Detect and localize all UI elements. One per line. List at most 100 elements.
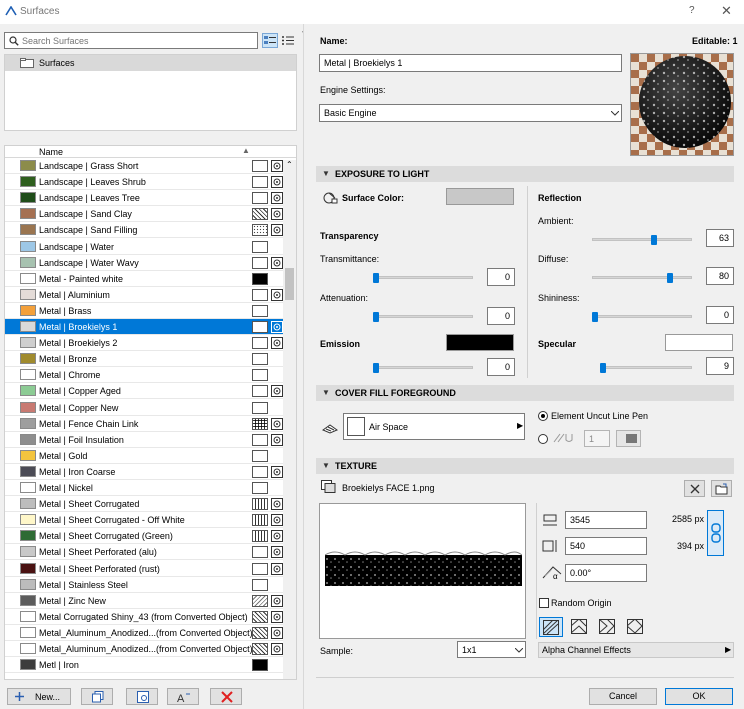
list-item[interactable]: Metal | Chrome	[5, 367, 285, 384]
scroll-up-icon[interactable]: ⌃	[286, 160, 293, 169]
browse-texture-button[interactable]	[711, 480, 732, 497]
list-item[interactable]: Landscape | Sand Filling	[5, 222, 285, 239]
list-item[interactable]: Landscape | Water Wavy	[5, 255, 285, 271]
surface-color-swatch[interactable]	[446, 188, 514, 205]
duplicate-button[interactable]	[81, 688, 113, 705]
new-surface-button[interactable]: New...	[7, 688, 71, 705]
shininess-slider[interactable]	[592, 315, 692, 318]
diffuse-input[interactable]: 80	[706, 267, 734, 285]
alpha-channel-effects-button[interactable]: Alpha Channel Effects ▶	[538, 642, 734, 658]
attenuation-input[interactable]: 0	[487, 307, 515, 325]
random-origin-checkbox[interactable]	[539, 598, 549, 608]
list-item[interactable]: Metal | Fence Chain Link	[5, 416, 285, 432]
list-item[interactable]: Landscape | Leaves Tree	[5, 190, 285, 207]
texture-width-input[interactable]: 3545	[565, 511, 647, 529]
list-item[interactable]: Metal | Iron Coarse	[5, 464, 285, 480]
shininess-slider-thumb[interactable]	[592, 312, 598, 322]
list-item[interactable]: Metal | Bronze	[5, 351, 285, 368]
list-item[interactable]: Metal | Brass	[5, 303, 285, 319]
list-item[interactable]: Metal | Broekielys 1	[5, 319, 285, 335]
compact-list-toggle[interactable]	[280, 33, 296, 48]
engine-dropdown[interactable]: Basic Engine	[319, 104, 622, 122]
emission-input[interactable]: 0	[487, 358, 515, 376]
import-button[interactable]	[126, 688, 158, 705]
exposure-section-title: EXPOSURE TO LIGHT	[335, 169, 430, 179]
texture-mirror-none-button[interactable]	[539, 617, 563, 637]
list-scrollbar[interactable]: ⌃	[283, 160, 296, 679]
transmittance-input[interactable]: 0	[487, 268, 515, 286]
list-item[interactable]: Metal | Broekielys 2	[5, 335, 285, 352]
diffuse-slider[interactable]	[592, 276, 692, 279]
specular-slider-thumb[interactable]	[600, 363, 606, 373]
list-item[interactable]: Metal | Copper Aged	[5, 383, 285, 400]
emission-slider[interactable]	[373, 366, 473, 369]
tree-item-surfaces[interactable]: Surfaces	[5, 55, 296, 71]
list-item[interactable]: Metal | Sheet Corrugated - Off White	[5, 512, 285, 529]
custom-pen-radio[interactable]	[538, 434, 548, 444]
ambient-input[interactable]: 63	[706, 229, 734, 247]
list-item[interactable]: Metal | Sheet Corrugated	[5, 496, 285, 513]
search-input[interactable]	[22, 34, 252, 47]
list-item[interactable]: Landscape | Water	[5, 239, 285, 255]
list-item[interactable]: Landscape | Leaves Shrub	[5, 174, 285, 191]
list-item[interactable]: Metal - Painted white	[5, 271, 285, 287]
close-button[interactable]: ✕	[721, 3, 732, 19]
attenuation-slider-thumb[interactable]	[373, 312, 379, 322]
pen-number-input[interactable]: 1	[584, 430, 610, 447]
name-field[interactable]: Metal | Broekielys 1	[319, 54, 622, 72]
emission-color-swatch[interactable]	[446, 334, 514, 351]
texture-mirror-x-button[interactable]	[568, 617, 590, 637]
list-item[interactable]: Metal_Aluminum_Anodized...(from Converte…	[5, 641, 285, 657]
transmittance-slider[interactable]	[373, 276, 473, 279]
remove-texture-button[interactable]	[684, 480, 705, 497]
sample-dropdown[interactable]: 1x1	[457, 641, 526, 658]
attenuation-slider[interactable]	[373, 315, 473, 318]
exposure-section-header[interactable]: ▼ EXPOSURE TO LIGHT	[316, 166, 734, 182]
specular-input[interactable]: 9	[706, 357, 734, 375]
shininess-input[interactable]: 0	[706, 306, 734, 324]
texture-angle-input[interactable]: 0.00°	[565, 564, 647, 582]
list-item[interactable]: Metal | Sheet Perforated (alu)	[5, 544, 285, 561]
pen-color-button[interactable]	[616, 430, 641, 447]
list-item[interactable]: Metl | Iron	[5, 657, 285, 674]
transmittance-slider-thumb[interactable]	[373, 273, 379, 283]
ok-button[interactable]: OK	[665, 688, 733, 705]
list-item[interactable]: Landscape | Sand Clay	[5, 206, 285, 223]
list-item[interactable]: Metal | Sheet Perforated (rust)	[5, 561, 285, 577]
uncut-line-pen-radio[interactable]	[538, 411, 548, 421]
list-item[interactable]: Metal | Nickel	[5, 480, 285, 496]
texture-mirror-y-button[interactable]	[596, 617, 618, 637]
list-item[interactable]: Landscape | Grass Short	[5, 158, 285, 174]
list-item[interactable]: Metal | Aluminium	[5, 287, 285, 303]
specular-slider[interactable]	[600, 366, 692, 369]
list-item[interactable]: Metal_Aluminum_Anodized...(from Converte…	[5, 625, 285, 641]
rename-button[interactable]: A	[167, 688, 199, 705]
list-item[interactable]: Metal | Stainless Steel	[5, 577, 285, 593]
cancel-button[interactable]: Cancel	[589, 688, 657, 705]
list-item[interactable]: Metal Corrugated Shiny_43 (from Converte…	[5, 609, 285, 625]
cover-fill-section-header[interactable]: ▼ COVER FILL FOREGROUND	[316, 385, 734, 401]
keep-proportions-toggle[interactable]	[707, 510, 724, 556]
delete-button[interactable]	[210, 688, 242, 705]
help-button[interactable]: ?	[689, 5, 695, 16]
cover-fill-picker[interactable]: Air Space ▶	[343, 413, 525, 440]
fill-pattern-empty-icon	[252, 288, 268, 301]
texture-mirror-xy-button[interactable]	[624, 617, 646, 637]
texture-section-header[interactable]: ▼ TEXTURE	[316, 458, 734, 474]
scroll-thumb[interactable]	[285, 268, 294, 300]
search-field[interactable]	[4, 32, 258, 49]
list-item[interactable]: Metal | Foil Insulation	[5, 432, 285, 448]
list-item[interactable]: Metal | Sheet Corrugated (Green)	[5, 528, 285, 545]
texture-height-input[interactable]: 540	[565, 537, 647, 555]
list-item[interactable]: Metal | Zinc New	[5, 593, 285, 609]
list-item[interactable]: Metal | Copper New	[5, 400, 285, 416]
ambient-slider[interactable]	[592, 238, 692, 241]
list-view-toggle[interactable]	[262, 33, 278, 48]
list-item[interactable]: Metal | Gold	[5, 448, 285, 464]
emission-slider-thumb[interactable]	[373, 363, 379, 373]
list-header[interactable]: Name ▲	[5, 146, 296, 158]
diffuse-slider-thumb[interactable]	[667, 273, 673, 283]
ambient-slider-thumb[interactable]	[651, 235, 657, 245]
column-name-header[interactable]: Name	[39, 147, 63, 157]
specular-color-swatch[interactable]	[665, 334, 733, 351]
